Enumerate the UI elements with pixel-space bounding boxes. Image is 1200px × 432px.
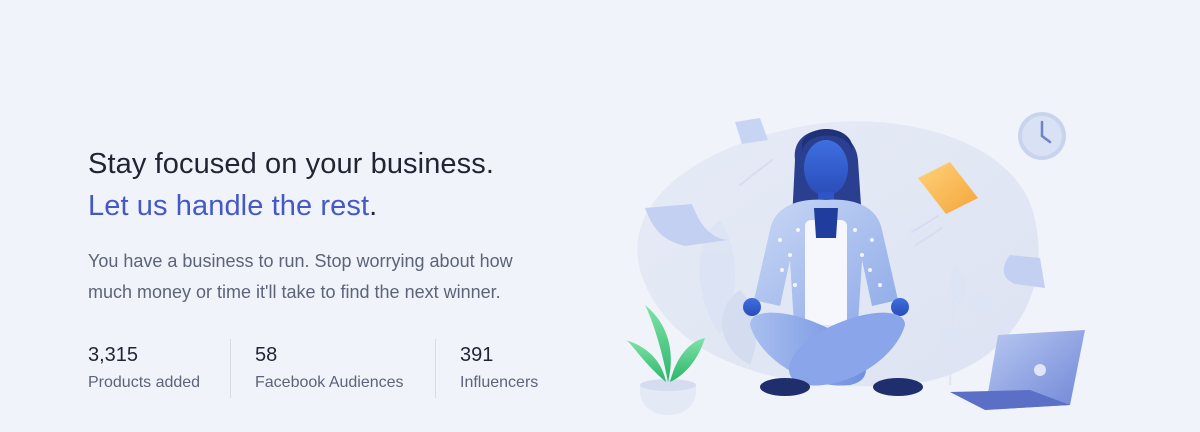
stats-row: 3,315 Products added 58 Facebook Audienc… bbox=[88, 339, 608, 398]
stat-label: Influencers bbox=[460, 374, 539, 391]
stat-facebook-audiences: 58 Facebook Audiences bbox=[230, 339, 435, 398]
hero-subtext: You have a business to run. Stop worryin… bbox=[88, 251, 513, 302]
stat-products: 3,315 Products added bbox=[88, 339, 230, 398]
stat-value: 391 bbox=[460, 344, 494, 366]
hero-text: Stay focused on your business. Let us ha… bbox=[88, 143, 608, 398]
headline-line-2-accent: Let us handle the rest bbox=[88, 190, 370, 222]
clock-icon bbox=[1018, 112, 1066, 160]
stat-value: 3,315 bbox=[88, 344, 139, 366]
headline-period: . bbox=[369, 190, 378, 222]
headline-line-1: Stay focused on your business. bbox=[88, 148, 495, 180]
stat-value: 58 bbox=[255, 344, 278, 366]
stat-label: Products added bbox=[88, 374, 201, 391]
stat-influencers: 391 Influencers bbox=[435, 339, 538, 398]
stat-label: Facebook Audiences bbox=[255, 374, 404, 391]
headline: Stay focused on your business. Let us ha… bbox=[88, 143, 608, 227]
hero-illustration bbox=[625, 112, 1085, 415]
